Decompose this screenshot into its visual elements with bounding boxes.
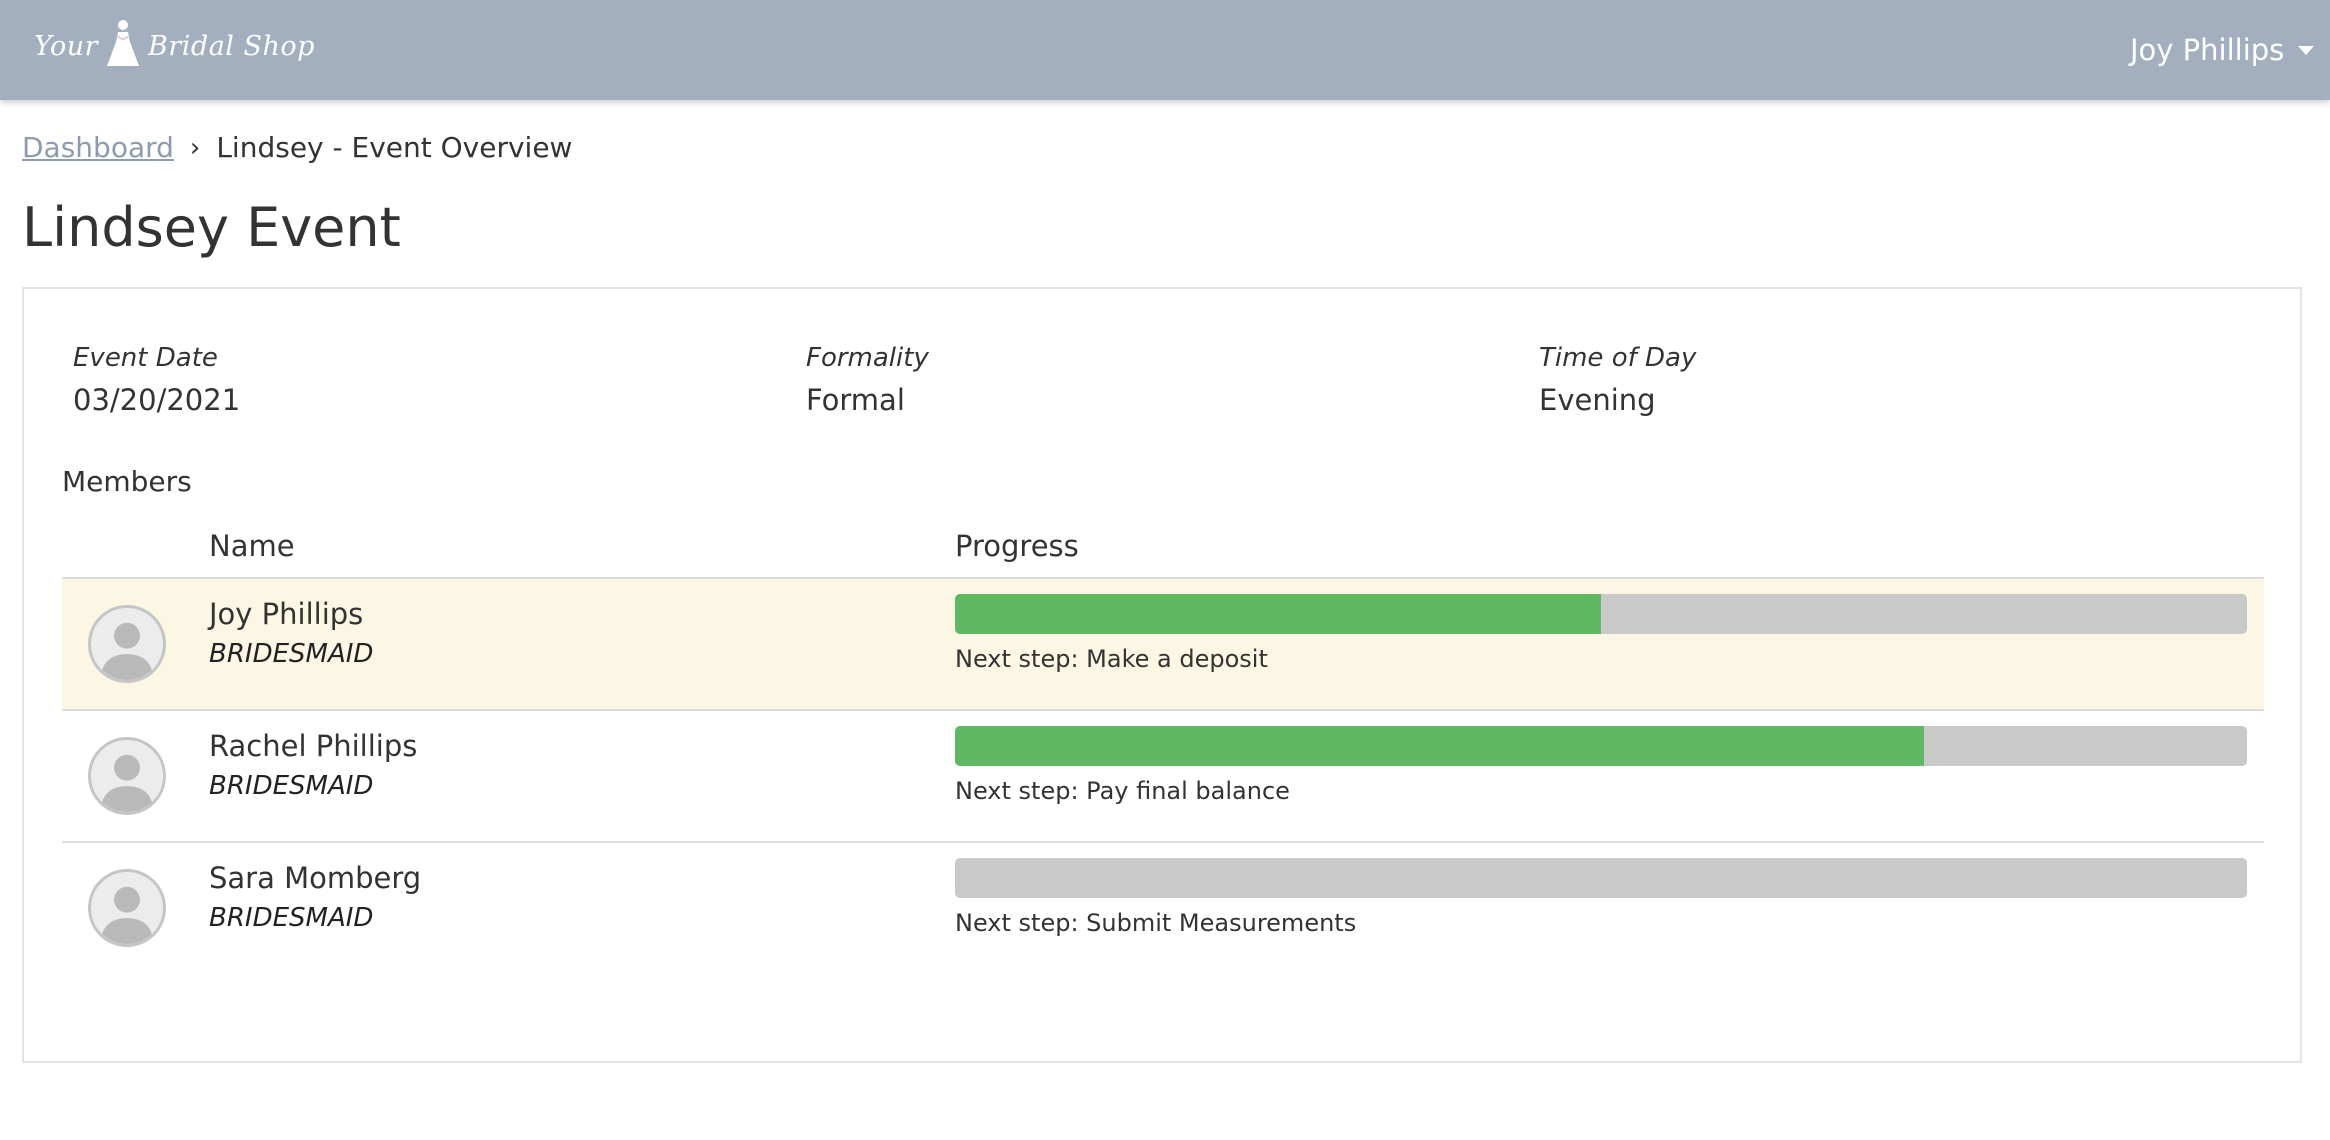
next-step-text: Next step: Pay final balance <box>955 777 1290 805</box>
member-name[interactable]: Sara Momberg <box>209 861 421 895</box>
member-name[interactable]: Rachel Phillips <box>209 729 417 763</box>
logo-text-right: Bridal Shop <box>148 30 315 62</box>
caret-down-icon <box>2298 45 2315 55</box>
members-table: Name Progress Joy Phillips BRIDESMAID Ne… <box>62 529 2264 975</box>
next-step-text: Next step: Submit Measurements <box>955 909 1357 937</box>
members-heading: Members <box>62 465 192 498</box>
formality-label: Formality <box>806 343 929 373</box>
logo-text-left: Your <box>34 30 99 62</box>
member-role: BRIDESMAID <box>209 771 374 801</box>
progress-bar <box>955 858 2247 898</box>
member-role: BRIDESMAID <box>209 903 374 933</box>
member-name[interactable]: Joy Phillips <box>209 597 363 631</box>
breadcrumb-current: Lindsey - Event Overview <box>216 131 573 164</box>
breadcrumb-dashboard-link[interactable]: Dashboard <box>22 131 174 164</box>
user-menu-name: Joy Phillips <box>2130 33 2285 67</box>
breadcrumb-separator: › <box>189 132 201 163</box>
column-header-progress: Progress <box>955 529 1079 563</box>
dress-icon <box>106 18 140 75</box>
member-row[interactable]: Sara Momberg BRIDESMAID Next step: Submi… <box>62 843 2264 975</box>
event-date-label: Event Date <box>73 343 218 373</box>
next-step-text: Next step: Make a deposit <box>955 645 1268 673</box>
member-row[interactable]: Joy Phillips BRIDESMAID Next step: Make … <box>62 579 2264 711</box>
user-avatar-icon <box>88 869 166 947</box>
formality-group: Formality Formal <box>806 343 929 417</box>
brand-logo[interactable]: Your Bridal Shop <box>34 18 315 74</box>
member-role: BRIDESMAID <box>209 639 374 669</box>
progress-fill <box>955 726 1924 766</box>
formality-value: Formal <box>806 383 905 417</box>
event-date-value: 03/20/2021 <box>73 383 241 417</box>
progress-fill <box>955 594 1601 634</box>
column-header-name: Name <box>209 529 295 563</box>
members-table-header: Name Progress <box>62 529 2264 579</box>
progress-bar <box>955 594 2247 634</box>
time-of-day-value: Evening <box>1539 383 1656 417</box>
event-overview-card: Event Date 03/20/2021 Formality Formal T… <box>22 287 2302 1063</box>
top-navbar: Your Bridal Shop Joy Phillips <box>0 0 2330 100</box>
progress-bar <box>955 726 2247 766</box>
user-avatar-icon <box>88 737 166 815</box>
user-menu[interactable]: Joy Phillips <box>2130 28 2330 72</box>
breadcrumb: Dashboard › Lindsey - Event Overview <box>22 131 572 164</box>
user-avatar-icon <box>88 605 166 683</box>
member-row[interactable]: Rachel Phillips BRIDESMAID Next step: Pa… <box>62 711 2264 843</box>
event-date-group: Event Date 03/20/2021 <box>73 343 240 417</box>
time-of-day-group: Time of Day Evening <box>1539 343 1696 417</box>
page-title: Lindsey Event <box>22 196 401 259</box>
time-of-day-label: Time of Day <box>1539 343 1697 373</box>
